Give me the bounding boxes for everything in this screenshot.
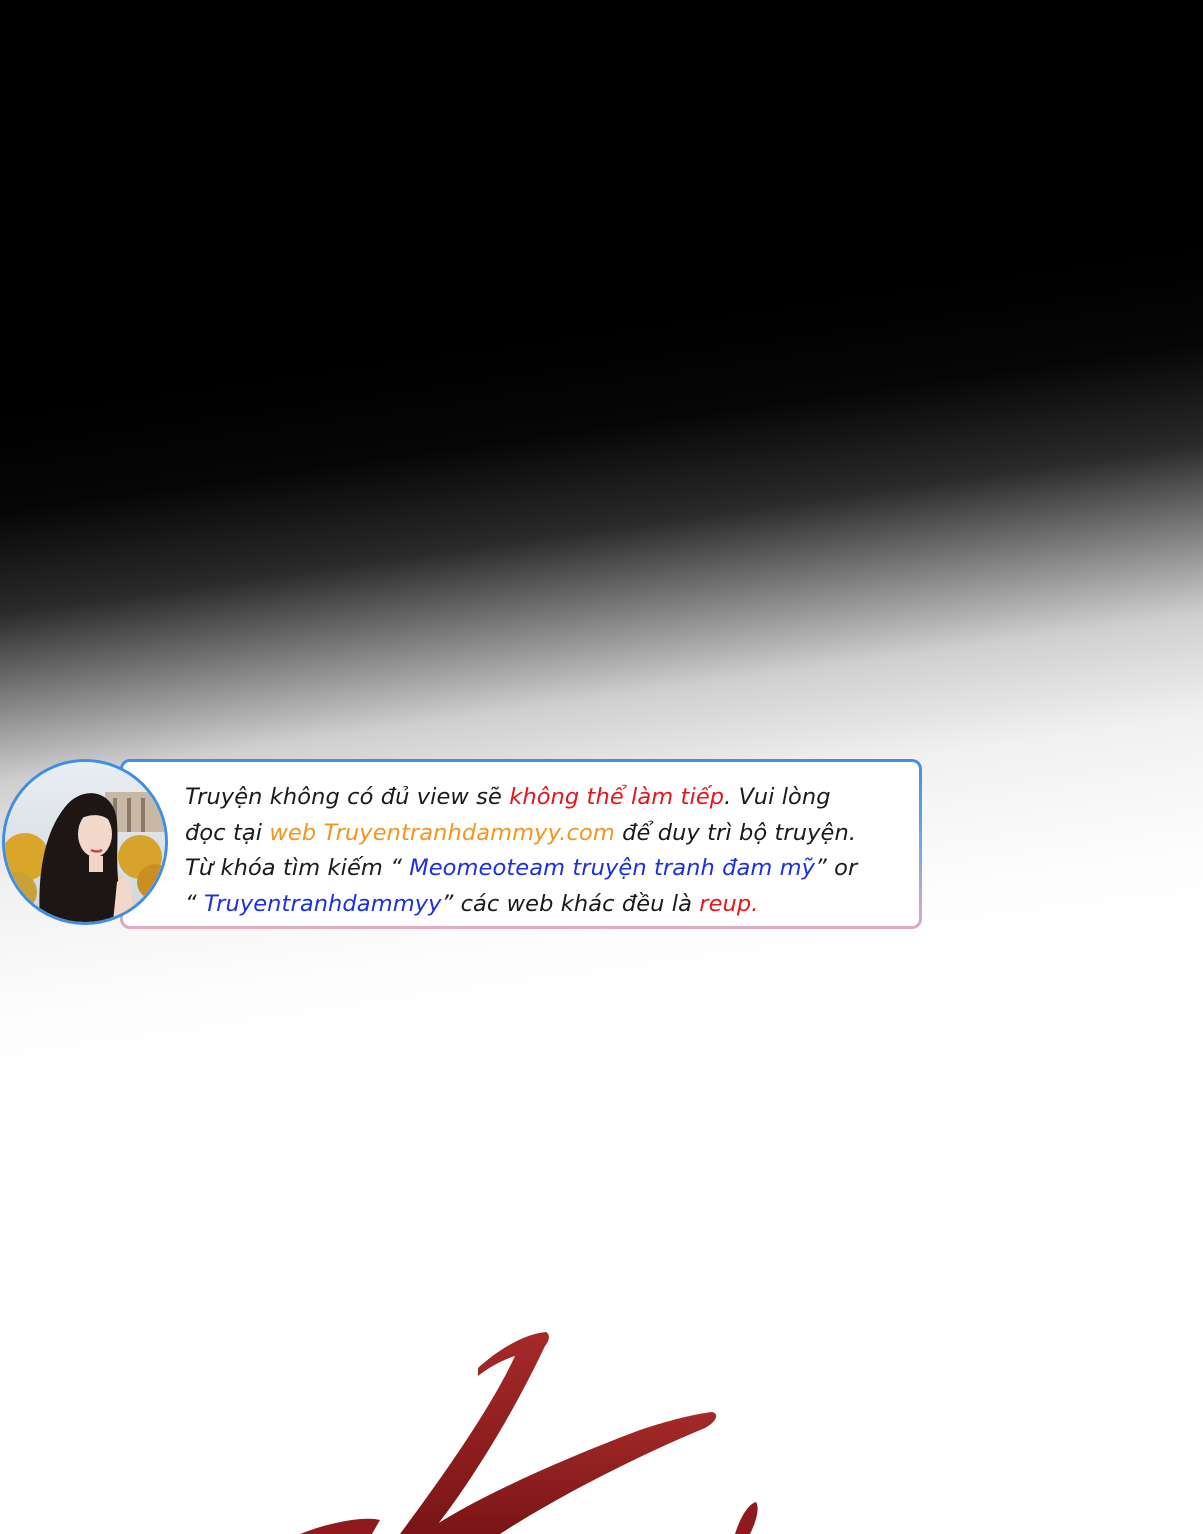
red-brush-stroke-artwork: [300, 1332, 758, 1534]
notice-message: Truyện không có đủ view sẽ không thể làm…: [185, 780, 915, 922]
search-keyword-highlight: Truyentranhdammyy: [204, 890, 442, 917]
reup-notice-banner: Truyện không có đủ view sẽ không thể làm…: [2, 759, 920, 929]
notice-text-segment: ” các web khác đều là: [441, 890, 700, 917]
notice-line-1: Truyện không có đủ view sẽ không thể làm…: [185, 780, 915, 816]
notice-line-4: “ Truyentranhdammyy” các web khác đều là…: [185, 887, 915, 923]
warning-highlight: không thể làm tiếp: [509, 784, 725, 810]
search-keyword-highlight: Meomeoteam truyện tranh đam mỹ: [409, 855, 816, 881]
notice-text-segment: . Vui lòng: [724, 784, 831, 810]
notice-line-2: đọc tại web Truyentranhdammyy.com để duy…: [185, 816, 915, 852]
notice-text-segment: Truyện không có đủ view sẽ: [185, 784, 510, 810]
avatar-portrait-icon: [2, 759, 168, 925]
notice-text-segment: để duy trì bộ truyện.: [614, 819, 857, 846]
notice-text-segment: Từ khóa tìm kiếm “: [185, 855, 410, 881]
notice-line-3: Từ khóa tìm kiếm “ Meomeoteam truyện tra…: [185, 851, 915, 887]
website-highlight: web Truyentranhdammyy.com: [269, 819, 615, 846]
reup-highlight: reup.: [699, 890, 759, 917]
notice-text-segment: “: [185, 890, 205, 917]
notice-text-segment: ” or: [815, 855, 858, 881]
notice-text-segment: đọc tại: [185, 819, 270, 846]
notice-text-box: Truyện không có đủ view sẽ không thể làm…: [120, 759, 922, 929]
